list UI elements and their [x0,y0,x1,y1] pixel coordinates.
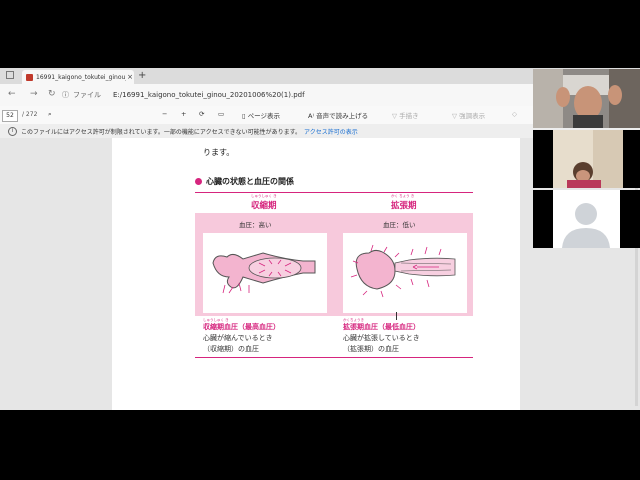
left-bp-label: 血圧：高い [239,221,272,229]
read-aloud-icon: A⁾ [308,112,317,120]
rotate-icon[interactable]: ⟳ [199,110,204,118]
page-total: / 272 [22,111,38,118]
section-heading: 心臓の状態と血圧の関係 [195,176,294,187]
tab-title: 16991_kaigono_tokutei_ginou_2… [36,73,126,81]
zoom-out-button[interactable]: − [162,110,167,118]
left-caption: 収縮期血圧（最高血圧） 心臓が縮んでいるとき （収縮期）の血圧 [203,322,280,355]
tab-actions-icon[interactable] [6,71,14,79]
heading-text: 心臓の状態と血圧の関係 [206,177,294,186]
url-text: E:/16991_kaigono_tokutei_ginou_20201006%… [113,91,305,99]
read-aloud-button[interactable]: A⁾ 音声で読み上げる [308,110,368,120]
diastole-panel [343,233,467,313]
heading-rule [195,192,473,193]
zoom-in-button[interactable]: + [181,110,186,118]
file-label: ファイル [73,91,101,99]
url-field[interactable]: ⓘ ファイル E:/16991_kaigono_tokutei_ginou_20… [62,88,532,102]
back-icon[interactable]: ← [8,89,16,99]
systole-panel [203,233,327,313]
paragraph-tail: ります。 [203,148,235,157]
read-aloud-label: 音声で読み上げる [316,112,369,120]
right-caption-title: 拡張期血圧（最低血圧） [343,323,420,331]
systole-heart-illustration [212,252,316,294]
bottom-rule [195,357,473,358]
new-tab-button[interactable]: + [138,70,146,81]
highlight-button[interactable]: ▽ 強調表示 [452,110,485,120]
right-caption-line2: （拡張期）の血圧 [343,345,399,353]
participant-1-image [533,69,640,128]
left-caption-line1: 心臓が縮んでいるとき [203,334,273,342]
right-bp-label: 血圧：低い [383,221,416,229]
info-icon: i [8,126,17,136]
highlight-label: 強調表示 [459,112,486,120]
left-phase-title: 収縮期 [251,201,277,211]
right-phase-title: 拡張期 [391,201,417,211]
page-view-button[interactable]: ▯ ページ表示 [242,110,280,120]
participant-video-3[interactable] [533,190,640,248]
left-caption-title: 収縮期血圧（最高血圧） [203,323,280,331]
participant-video-2[interactable] [533,130,640,188]
right-caption-line1: 心臓が拡張しているとき [343,334,420,342]
tab-close-icon[interactable]: × [126,73,134,81]
participant-2-image [533,130,640,188]
refresh-icon[interactable]: ↻ [48,89,56,99]
page-view-label: ページ表示 [247,112,281,120]
text-cursor [396,312,397,320]
avatar-placeholder-icon [533,190,640,248]
permission-link[interactable]: アクセス許可の表示 [304,127,358,136]
diastole-heart-illustration [350,244,456,298]
tab-pdf[interactable]: 16991_kaigono_tokutei_ginou_2… × [22,70,134,84]
search-icon[interactable]: ⌕ [48,110,52,119]
info-icon[interactable]: ⓘ [62,90,69,100]
fit-icon[interactable]: ▭ [218,110,224,118]
right-caption: 拡張期血圧（最低血圧） 心臓が拡張しているとき （拡張期）の血圧 [343,322,420,355]
eraser-icon[interactable]: ◇ [512,110,517,118]
bullet-dot [195,178,202,185]
notice-text: このファイルにはアクセス許可が制限されています。一部の機能にアクセスできない可能… [21,128,302,136]
draw-label: 手描き [399,112,419,120]
left-caption-line2: （収縮期）の血圧 [203,345,259,353]
pdf-file-icon [26,73,33,81]
participant-video-1[interactable] [533,69,640,128]
forward-icon[interactable]: → [30,89,38,99]
page-number-input[interactable]: 52 [2,110,18,122]
draw-button[interactable]: ▽ 手描き [392,110,419,120]
heart-diagram: 血圧：高い 血圧：低い [195,213,473,316]
